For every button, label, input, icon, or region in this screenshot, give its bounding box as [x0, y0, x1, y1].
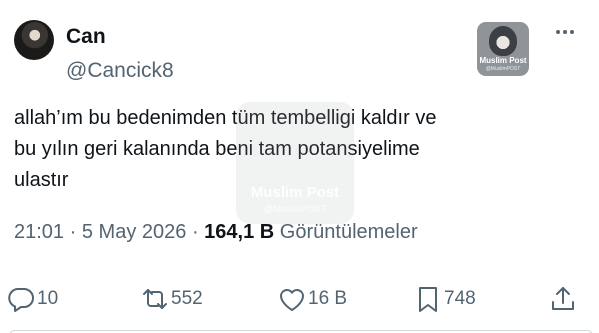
reply-count: 10: [37, 288, 59, 309]
tweet-date[interactable]: 5 May 2026: [82, 221, 187, 243]
tweet-time[interactable]: 21:01: [14, 221, 64, 243]
watermark-face-image: [489, 26, 517, 56]
more-options-button[interactable]: [551, 20, 579, 44]
action-bar: 10 552 16 B 748: [0, 283, 599, 315]
more-icon: [556, 30, 574, 34]
reply-button[interactable]: 10: [6, 283, 58, 315]
share-icon: [552, 287, 574, 310]
share-button[interactable]: [548, 283, 578, 315]
watermark-brand: Muslim Post: [479, 56, 527, 65]
tweet-text: allah’ım bu bedenimden tüm tembelligi ka…: [14, 107, 437, 191]
meta-separator: ·: [69, 221, 77, 243]
meta-separator: ·: [191, 221, 199, 243]
heart-icon: [280, 289, 304, 311]
watermark-sub: @MuslimPOST: [485, 66, 521, 72]
author-handle[interactable]: @Cancick8: [66, 58, 174, 84]
center-watermark-sub: @MuslimPOST: [263, 204, 327, 214]
repost-icon: [143, 289, 167, 309]
bookmark-icon: [419, 287, 437, 312]
author-avatar[interactable]: [14, 20, 54, 60]
bookmark-count: 748: [444, 288, 476, 309]
views-count: 164,1 B: [204, 221, 275, 243]
repost-count: 552: [171, 288, 203, 309]
like-button[interactable]: 16 B: [277, 283, 347, 315]
bookmark-button[interactable]: 748: [413, 283, 476, 315]
repost-button[interactable]: 552: [140, 283, 203, 315]
tweet-card: Can @Cancick8 Muslim Post @MuslimPOST al…: [0, 0, 599, 333]
views-label: Görüntülemeler: [279, 221, 418, 243]
like-count: 16 B: [308, 288, 348, 309]
author-display-name[interactable]: Can: [66, 24, 106, 50]
watermark-logo: Muslim Post @MuslimPOST: [477, 22, 529, 76]
reply-icon: [8, 288, 34, 312]
tweet-meta: 21:01 · 5 May 2026 · 164,1 B Görüntüleme…: [14, 219, 418, 245]
